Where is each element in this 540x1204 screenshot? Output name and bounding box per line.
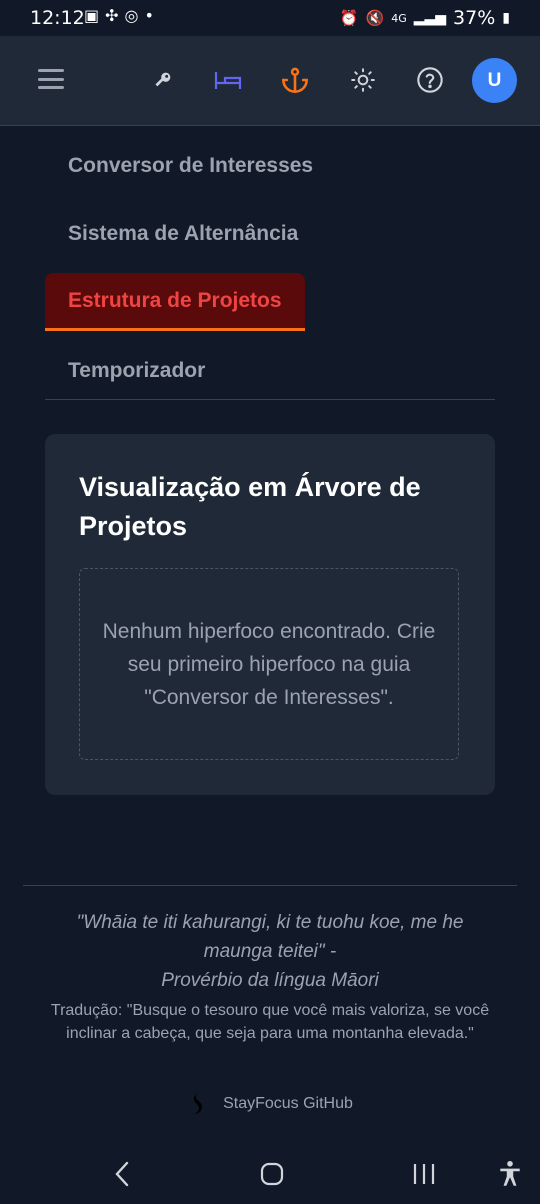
tab-sistema-alternancia[interactable]: Sistema de Alternância [45,206,321,262]
accessibility-icon[interactable] [494,1158,526,1190]
anchor-icon[interactable] [279,64,311,96]
hamburger-menu-icon[interactable] [38,69,64,89]
battery-icon: ▮ [502,10,510,26]
github-label[interactable]: StayFocus GitHub [223,1095,353,1113]
dot-icon: • [144,6,154,25]
pinwheel-icon: ✣ [105,6,119,25]
network-label: 4G [391,11,407,25]
home-icon[interactable] [256,1158,288,1190]
app-header: U [0,36,540,126]
status-bar: 12:12 ▣ ✣ ◎ • ⏰ 🔇 4G ▂▃▅ 37% ▮ [0,0,540,36]
recents-icon[interactable] [408,1158,440,1190]
status-time: 12:12 [30,7,85,29]
footer-divider [23,885,517,886]
github-link[interactable]: StayFocus GitHub [0,1090,540,1118]
quote-source: Provérbio da língua Māori [161,970,379,991]
tab-estrutura-projetos[interactable]: Estrutura de Projetos [45,273,305,331]
empty-state: Nenhum hiperfoco encontrado. Crie seu pr… [79,568,459,760]
footer-quote: "Whāia te iti kahurangi, ki te tuohu koe… [40,908,500,995]
tab-list: Conversor de Interesses Sistema de Alter… [45,132,495,400]
avatar[interactable]: U [472,58,517,103]
key-icon[interactable] [147,64,179,96]
tab-conversor-interesses[interactable]: Conversor de Interesses [45,138,336,194]
mute-icon: 🔇 [365,9,385,27]
help-icon[interactable] [414,64,446,96]
empty-message: Nenhum hiperfoco encontrado. Crie seu pr… [102,619,436,709]
quote-translation: Tradução: "Busque o tesouro que você mai… [50,1002,490,1042]
status-right: ⏰ 🔇 4G ▂▃▅ 37% ▮ [340,7,510,29]
gallery-icon: ▣ [84,6,100,25]
battery-percent: 37% [453,7,496,29]
bed-icon[interactable] [212,64,244,96]
whatsapp-icon: ◎ [124,6,139,25]
alarm-icon: ⏰ [339,9,359,27]
project-tree-card: Visualização em Árvore de Projetos Nenhu… [45,434,495,795]
system-nav-bar [0,1140,540,1204]
tab-temporizador[interactable]: Temporizador [45,343,228,399]
signal-icon: ▂▃▅ [413,10,447,26]
github-icon [193,1092,203,1114]
notification-icons: ▣ ✣ ◎ • [84,6,154,25]
back-icon[interactable] [106,1158,138,1190]
card-title: Visualização em Árvore de Projetos [79,472,421,541]
quote-text: "Whāia te iti kahurangi, ki te tuohu koe… [76,912,464,962]
sun-icon[interactable] [347,64,379,96]
